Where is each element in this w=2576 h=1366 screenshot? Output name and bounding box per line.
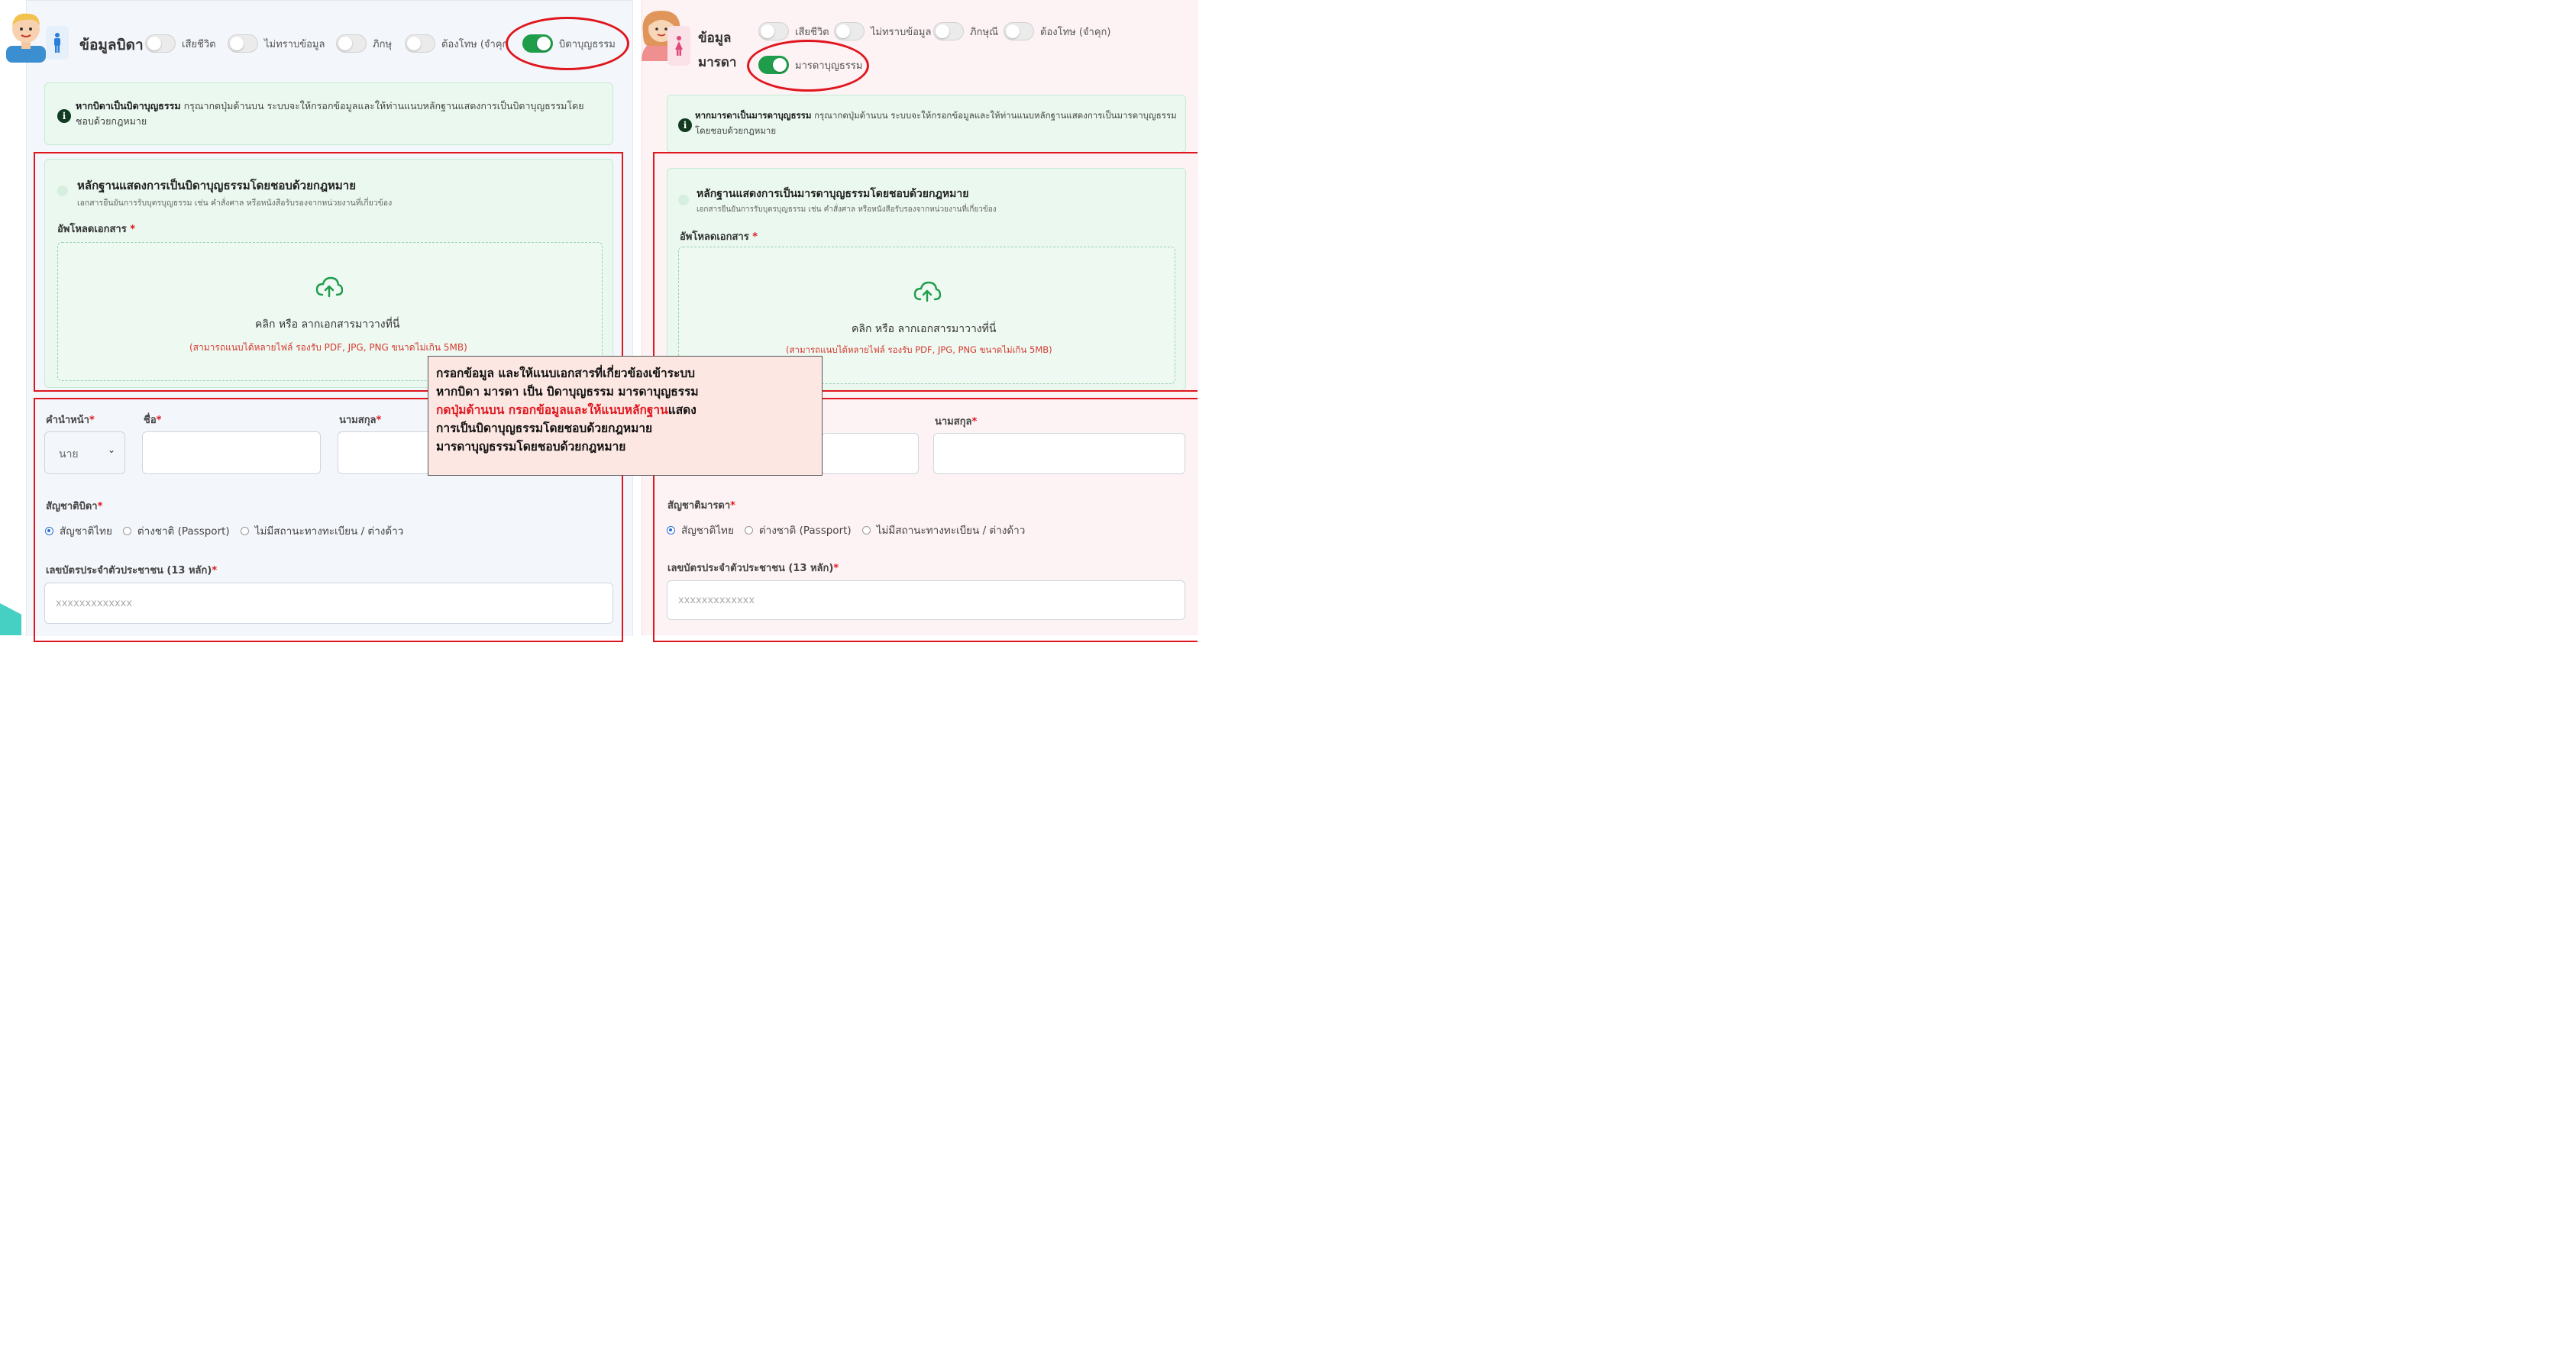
toggle-label: เสียชีวิต [795,26,829,38]
toggle-label: ต้องโทษ (จำคุก) [1040,26,1111,38]
toggle-label: ภิกษุ [373,38,393,50]
mother-toggle-deceased[interactable]: เสียชีวิต [758,22,829,40]
info-text: หากบิดาเป็นบิดาบุญธรรม กรุณากดปุ่มด้านบน… [76,98,606,129]
father-toggle-monk[interactable]: ภิกษุ [336,34,392,53]
father-toggle-imprisoned[interactable]: ต้องโทษ (จำคุก [405,34,508,53]
info-bold: หากบิดาเป็นบิดาบุญธรรม [76,100,181,111]
mother-toggle-unknown[interactable]: ไม่ทราบข้อมูล [834,22,931,40]
mother-info-box: i หากมารดาเป็นมารดาบุญธรรม กรุณากดปุ่มด้… [667,95,1186,153]
toggle-switch[interactable] [145,34,176,53]
toggle-label: ไม่ทราบข้อมูล [264,38,325,50]
male-person-icon [46,26,69,60]
father-section-title: ข้อมูลบิดา [79,37,144,53]
callout-line-5: มารดาบุญธรรมโดยชอบด้วยกฎหมาย [436,440,626,454]
toggle-label: ไม่ทราบข้อมูล [871,26,932,38]
mother-toggle-imprisoned[interactable]: ต้องโทษ (จำคุก) [1004,22,1110,40]
mother-section-title-line2: มารดา [698,55,737,70]
info-line1: กรุณากดปุ่มด้านบน ระบบจะให้กรอกข้อมูลและ… [180,100,584,111]
toggle-switch[interactable] [933,22,964,40]
callout-line-3: กดปุ่มด้านบน กรอกข้อมูลและให้แนบหลักฐานแ… [436,401,814,419]
toggle-label: ภิกษุณี [970,26,999,38]
callout-line-3-rest: แสดง [667,403,697,417]
toggle-switch[interactable] [336,34,367,53]
info-line2: โดยชอบด้วยกฎหมาย [695,125,777,136]
father-toggle-deceased[interactable]: เสียชีวิต [145,34,216,53]
female-person-icon [667,26,690,66]
toggle-switch[interactable] [834,22,865,40]
highlight-ellipse [506,17,629,70]
father-info-box: i หากบิดาเป็นบิดาบุญธรรม กรุณากดปุ่มด้าน… [44,82,613,145]
toggle-label: เสียชีวิต [182,38,216,50]
father-toggle-unknown[interactable]: ไม่ทราบข้อมูล [228,34,325,53]
toggle-switch[interactable] [228,34,258,53]
callout-highlight: กดปุ่มด้านบน กรอกข้อมูลและให้แนบหลักฐาน [436,403,668,417]
mother-toggle-nun[interactable]: ภิกษุณี [933,22,998,40]
info-icon: i [57,109,71,123]
instruction-callout: กรอกข้อมูล และให้แนบเอกสารที่เกี่ยวข้องเ… [428,356,823,476]
callout-line-2: หากบิดา มารดา เป็น บิดาบุญธรรม มารดาบุญธ… [436,385,699,399]
corner-decoration [0,603,21,635]
info-bold: หากมารดาเป็นมารดาบุญธรรม [695,110,812,121]
callout-line-4: การเป็นบิดาบุญธรรมโดยชอบด้วยกฎหมาย [436,421,653,435]
info-icon: i [678,118,692,132]
toggle-label: ต้องโทษ (จำคุก [441,38,509,50]
toggle-switch[interactable] [1004,22,1034,40]
mother-section-title-line1: ข้อมูล [698,31,732,46]
info-text: หากมารดาเป็นมารดาบุญธรรม กรุณากดปุ่มด้าน… [695,108,1184,138]
toggle-switch[interactable] [758,22,789,40]
info-line1: กรุณากดปุ่มด้านบน ระบบจะให้กรอกข้อมูลและ… [811,110,1177,121]
callout-line-1: กรอกข้อมูล และให้แนบเอกสารที่เกี่ยวข้องเ… [436,367,696,380]
toggle-switch[interactable] [405,34,435,53]
info-line2: ชอบด้วยกฎหมาย [76,115,147,127]
highlight-ellipse [747,40,869,92]
male-avatar-icon [6,13,46,63]
